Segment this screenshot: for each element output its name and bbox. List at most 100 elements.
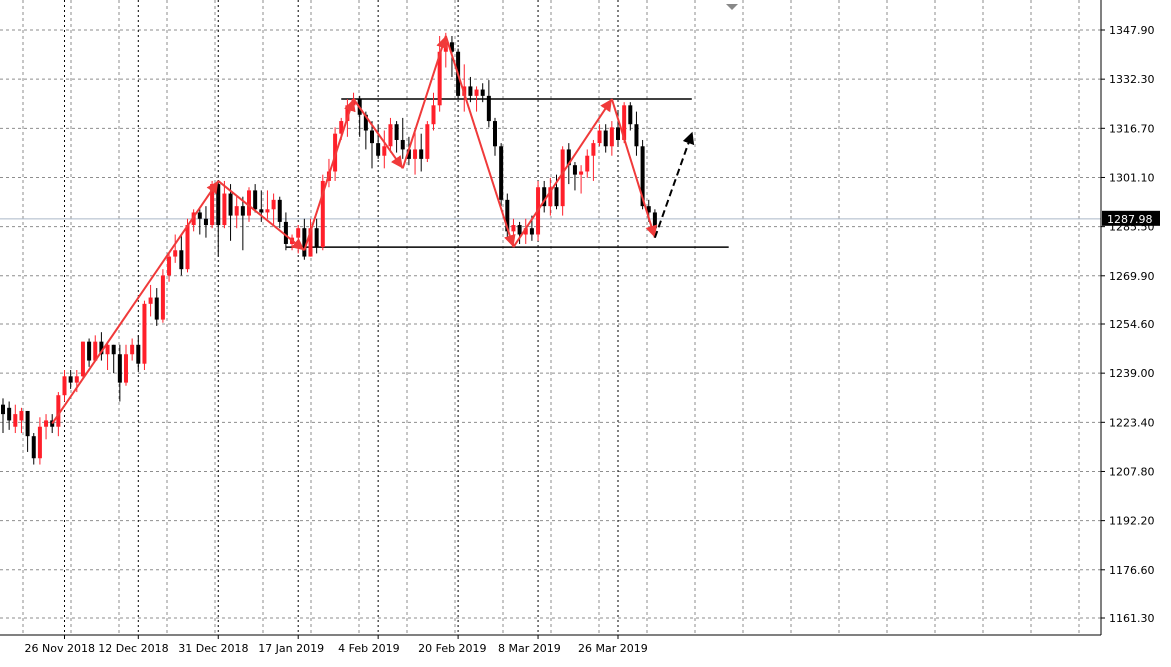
projection-arrow [653, 131, 695, 238]
candles [1, 32, 657, 465]
candle-bear [314, 228, 319, 248]
y-tick-label: 1176.60 [1109, 564, 1155, 577]
candle-bull [74, 376, 79, 383]
candle-bear [493, 121, 497, 147]
grid [0, 0, 1101, 635]
candle-bear [616, 127, 620, 140]
candle-bear [517, 225, 522, 235]
candle-bear [197, 212, 202, 219]
candle-bear [203, 218, 208, 226]
candle-bull [130, 344, 135, 355]
candle-bull [443, 42, 448, 52]
candle-bull [431, 105, 436, 125]
candle-bull [296, 228, 301, 238]
candle-bull [560, 149, 565, 207]
pattern-rally [51, 180, 220, 425]
candle-bull [167, 256, 172, 276]
current-price-label: 1287.98 [1107, 213, 1153, 226]
candle-bull [609, 127, 614, 147]
y-tick-label: 1254.60 [1109, 318, 1155, 331]
candle-bear [87, 341, 92, 361]
candle-bear [400, 139, 405, 150]
y-tick-label: 1239.00 [1109, 367, 1155, 380]
candle-bull [234, 206, 239, 216]
y-tick-label: 1223.40 [1109, 416, 1155, 429]
candle-bull [124, 354, 128, 383]
candle-bear [634, 124, 639, 147]
candle-bull [173, 250, 178, 257]
candle-bear [419, 149, 424, 159]
candle-bull [585, 155, 590, 172]
pattern-left-shoulder-up [303, 98, 356, 251]
y-tick-label: 1161.30 [1109, 612, 1155, 625]
pattern-lines [51, 35, 695, 425]
y-tick-label: 1316.70 [1109, 122, 1155, 135]
candle-bull [37, 426, 42, 459]
y-tick-label: 1301.10 [1109, 171, 1155, 184]
candle-bear [240, 206, 245, 216]
y-tick-label: 1332.30 [1109, 73, 1155, 86]
candle-bull [579, 171, 584, 175]
candle-bear [480, 89, 485, 96]
x-tick-label: 26 Nov 2018 [25, 642, 95, 655]
candle-bear [572, 165, 577, 175]
candle-bull [160, 275, 165, 320]
candle-bear [302, 228, 307, 257]
candle-bull [511, 225, 516, 232]
x-tick-label: 8 Mar 2019 [498, 642, 561, 655]
candle-bear [652, 212, 657, 229]
candle-bear [68, 376, 73, 383]
x-tick-label: 17 Jan 2019 [258, 642, 324, 655]
candle-bear [283, 221, 288, 244]
candle-bull [382, 146, 387, 156]
candle-bull [591, 143, 596, 156]
x-tick-label: 31 Dec 2018 [178, 642, 248, 655]
candle-bear [25, 410, 30, 437]
y-tick-label: 1269.90 [1109, 270, 1155, 283]
y-tick-label: 1207.80 [1109, 465, 1155, 478]
candle-bull [413, 149, 418, 159]
candle-bull [222, 193, 227, 226]
candle-bear [277, 199, 282, 222]
candle-bear [259, 209, 264, 213]
candle-bear [31, 436, 36, 459]
chart-canvas[interactable]: 1347.90 1332.30 1316.70 1301.10 1285.50 1269.… [0, 0, 1171, 663]
candle-bear [554, 187, 559, 207]
candle-bull [142, 303, 147, 364]
candle-bull [62, 376, 67, 396]
candle-bear [499, 146, 504, 200]
candle-bull [474, 89, 479, 96]
scroll-marker-icon [726, 4, 738, 10]
candle-bear [179, 250, 184, 270]
candle-bull [148, 297, 153, 304]
candle-bear [228, 193, 233, 216]
candle-bear [154, 297, 159, 320]
candle-bull [44, 420, 49, 427]
x-tick-label: 4 Feb 2019 [338, 642, 399, 655]
candle-bull [388, 124, 393, 147]
candle-bear [376, 143, 381, 156]
candle-bull [13, 414, 18, 427]
candle-bull [597, 130, 602, 144]
candle-bull [185, 225, 190, 270]
y-tick-label: 1192.20 [1109, 515, 1155, 528]
candle-bear [394, 124, 399, 140]
candle-bear [136, 344, 141, 364]
candle-bear [468, 86, 473, 96]
candle-bear [117, 354, 122, 383]
candle-bull [271, 199, 276, 210]
x-tick-label: 26 Mar 2019 [578, 642, 648, 655]
candle-bear [486, 95, 491, 122]
pattern-right-shoulder-up [512, 98, 613, 248]
candle-bear [216, 184, 221, 226]
candle-bear [253, 190, 258, 210]
candle-bull [425, 124, 430, 159]
candle-bear [7, 407, 12, 421]
candle-bear [111, 344, 116, 355]
candle-bull [247, 190, 251, 216]
candle-bear [529, 228, 534, 235]
candle-bull [19, 410, 24, 421]
candlestick-chart: 1347.901332.301316.701301.101285.501269.… [0, 0, 1160, 655]
candle-bull [265, 209, 270, 213]
candle-bear [603, 130, 608, 147]
